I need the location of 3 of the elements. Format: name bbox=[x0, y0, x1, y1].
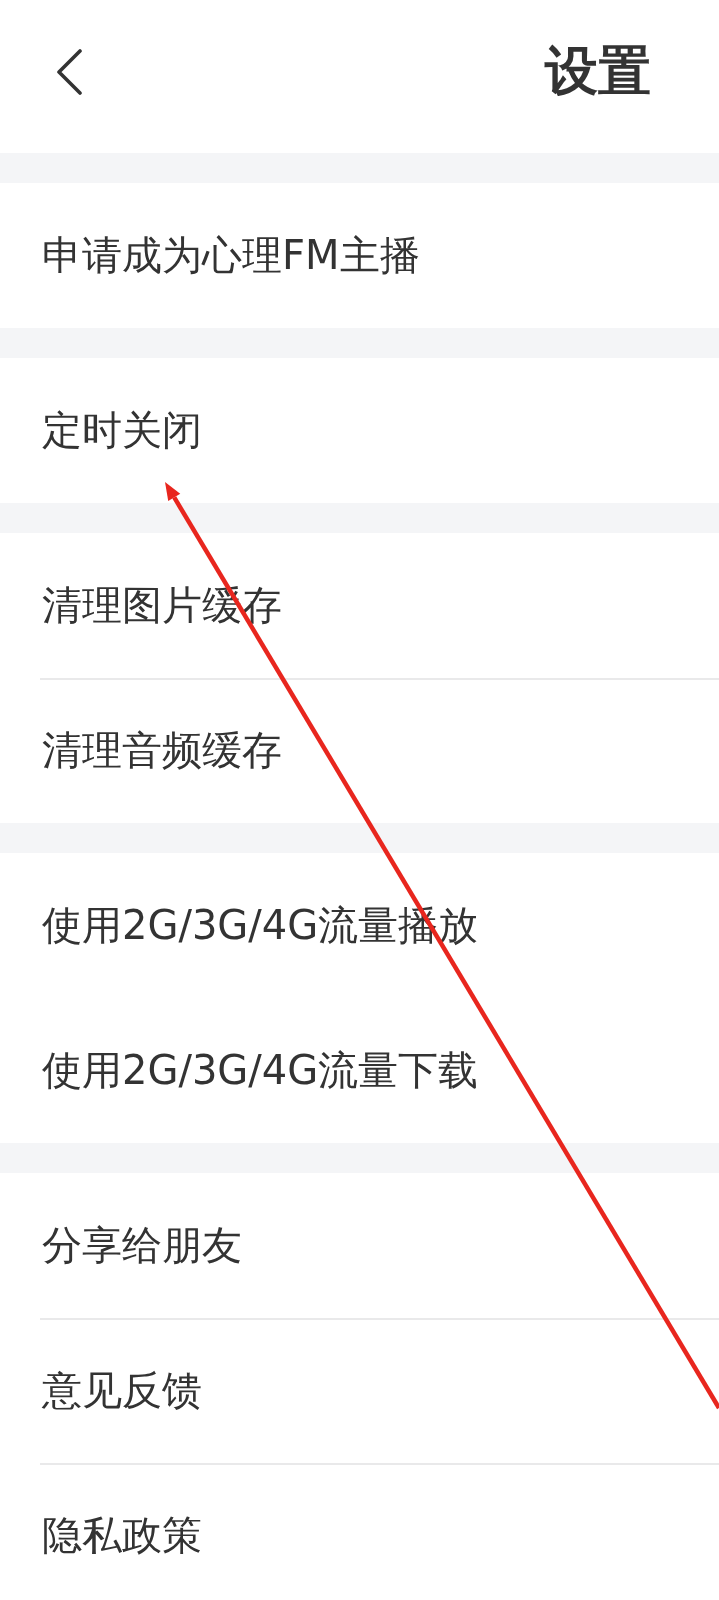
page-title: 设置 bbox=[545, 42, 651, 101]
back-icon bbox=[56, 48, 82, 95]
back-button[interactable] bbox=[56, 48, 82, 95]
